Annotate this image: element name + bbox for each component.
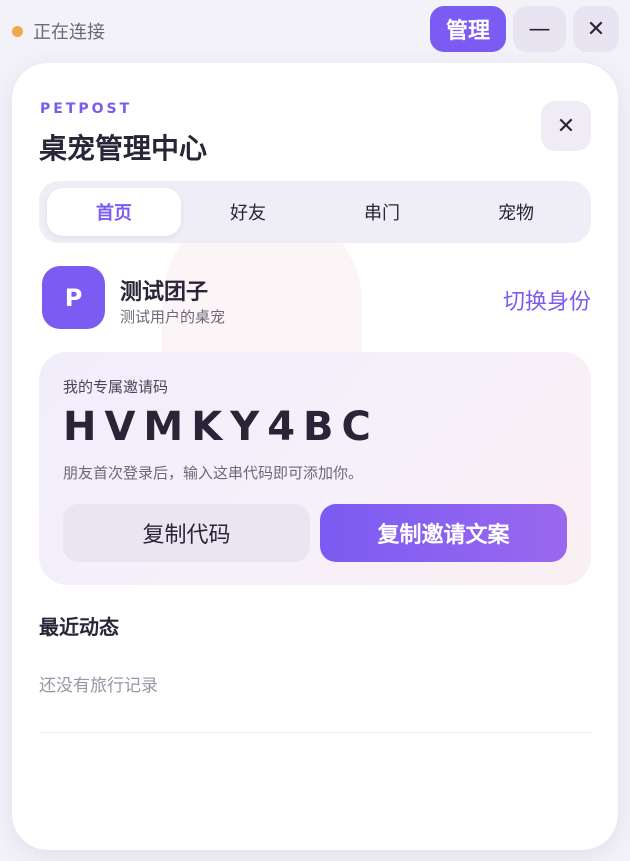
manage-button[interactable]: 管理: [430, 6, 506, 52]
main-panel: PETPOST 桌宠管理中心 ✕ 首页 好友 串门 宠物 P 测试团子 测试用户…: [12, 63, 618, 850]
copy-invite-text-button[interactable]: 复制邀请文案: [320, 504, 567, 562]
recent-activity-empty: 还没有旅行记录: [39, 676, 158, 696]
invite-card: 我的专属邀请码 HVMKY4BC 朋友首次登录后，输入这串代码即可添加你。 复制…: [39, 352, 591, 585]
tab-home[interactable]: 首页: [47, 188, 181, 236]
page-title: 桌宠管理中心: [39, 132, 208, 165]
invite-code-label: 我的专属邀请码: [63, 378, 169, 396]
window-close-button[interactable]: ✕: [573, 6, 619, 52]
brand-label: PETPOST: [40, 101, 133, 117]
invite-code: HVMKY4BC: [63, 404, 379, 450]
recent-activity-title: 最近动态: [39, 615, 119, 639]
switch-identity-link[interactable]: 切换身份: [503, 284, 591, 316]
divider: [39, 732, 591, 733]
avatar: P: [42, 266, 105, 329]
tab-bar: 首页 好友 串门 宠物: [39, 181, 591, 243]
panel-close-button[interactable]: ✕: [541, 101, 591, 151]
top-bar: 正在连接 管理 — ✕: [0, 0, 630, 58]
minimize-icon: —: [528, 16, 551, 42]
status-dot-icon: [12, 25, 23, 37]
invite-hint: 朋友首次登录后，输入这串代码即可添加你。: [63, 464, 364, 482]
connection-status: 正在连接: [12, 18, 105, 44]
copy-code-button[interactable]: 复制代码: [63, 504, 310, 562]
close-icon: ✕: [586, 16, 606, 42]
pet-name: 测试团子: [120, 280, 209, 305]
connection-status-text: 正在连接: [33, 22, 105, 43]
minimize-button[interactable]: —: [513, 6, 566, 52]
profile-row: P 测试团子 测试用户的桌宠 切换身份: [42, 266, 591, 330]
close-icon: ✕: [556, 113, 576, 139]
tab-pets[interactable]: 宠物: [449, 188, 583, 236]
tab-friends[interactable]: 好友: [181, 188, 315, 236]
pet-subtitle: 测试用户的桌宠: [120, 308, 226, 326]
tab-visit[interactable]: 串门: [315, 188, 449, 236]
